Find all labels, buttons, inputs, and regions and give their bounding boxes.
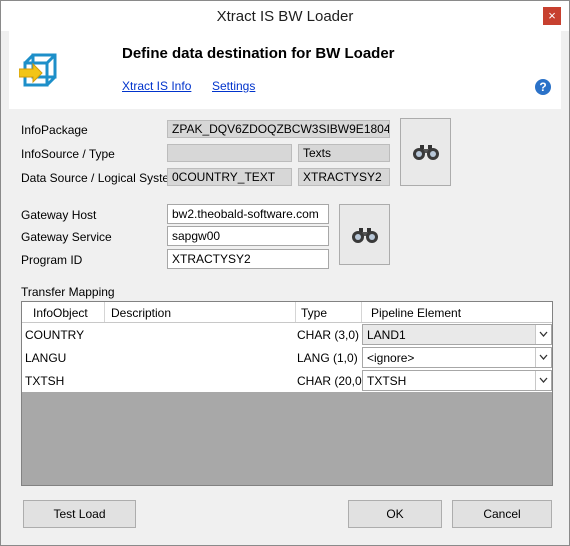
infopackage-field[interactable]: ZPAK_DQV6ZDOQZBCW3SIBW9E1804D4 bbox=[167, 120, 390, 138]
title-bar: Xtract IS BW Loader × bbox=[1, 1, 569, 31]
gateway-lookup-button[interactable] bbox=[339, 204, 390, 265]
program-id-input[interactable]: XTRACTYSY2 bbox=[167, 249, 329, 269]
pipeline-element-select[interactable]: TXTSH bbox=[362, 370, 552, 391]
infosource-label: InfoSource / Type bbox=[21, 147, 115, 161]
binoculars-icon bbox=[351, 227, 378, 243]
xtract-info-link[interactable]: Xtract IS Info bbox=[122, 79, 191, 93]
chevron-down-icon[interactable] bbox=[535, 348, 551, 367]
table-row[interactable]: LANGU LANG (1,0) <ignore> bbox=[22, 346, 552, 369]
page-heading: Define data destination for BW Loader bbox=[122, 45, 395, 62]
cell-infoobject: TXTSH bbox=[25, 374, 65, 388]
cell-type: CHAR (20,0) bbox=[297, 374, 366, 388]
column-header-type[interactable]: Type bbox=[301, 306, 327, 320]
window-title: Xtract IS BW Loader bbox=[216, 8, 354, 25]
gateway-service-input[interactable]: sapgw00 bbox=[167, 226, 329, 246]
logical-system-field[interactable]: XTRACTYSY2 bbox=[298, 168, 390, 186]
program-id-label: Program ID bbox=[21, 253, 83, 267]
cell-type: LANG (1,0) bbox=[297, 351, 358, 365]
gateway-host-label: Gateway Host bbox=[21, 208, 97, 222]
pipeline-element-value: <ignore> bbox=[367, 351, 415, 365]
pipeline-element-select[interactable]: <ignore> bbox=[362, 347, 552, 368]
cell-type: CHAR (3,0) bbox=[297, 328, 360, 342]
column-divider bbox=[361, 302, 362, 322]
cell-infoobject: LANGU bbox=[25, 351, 67, 365]
grid-header: InfoObject Description Type Pipeline Ele… bbox=[22, 302, 552, 323]
dialog-window: Xtract IS BW Loader × Define data destin… bbox=[0, 0, 570, 546]
binoculars-icon bbox=[412, 145, 439, 160]
column-divider bbox=[104, 302, 105, 322]
infosource-field[interactable] bbox=[167, 144, 292, 162]
infopackage-lookup-button[interactable] bbox=[400, 118, 451, 186]
gateway-host-input[interactable]: bw2.theobald-software.com bbox=[167, 204, 329, 224]
help-icon[interactable]: ? bbox=[535, 79, 551, 95]
cancel-button[interactable]: Cancel bbox=[452, 500, 552, 528]
header-panel: Define data destination for BW Loader Xt… bbox=[9, 31, 561, 109]
pipeline-element-value: TXTSH bbox=[367, 374, 407, 388]
cube-arrow-icon bbox=[18, 51, 61, 89]
datasource-label: Data Source / Logical System bbox=[21, 171, 180, 185]
gateway-service-label: Gateway Service bbox=[21, 230, 112, 244]
transfer-mapping-label: Transfer Mapping bbox=[21, 285, 115, 299]
infosource-type-field[interactable]: Texts bbox=[298, 144, 390, 162]
table-row[interactable]: COUNTRY CHAR (3,0) LAND1 bbox=[22, 323, 552, 346]
infopackage-label: InfoPackage bbox=[21, 123, 88, 137]
close-button[interactable]: × bbox=[543, 7, 561, 25]
ok-button[interactable]: OK bbox=[348, 500, 442, 528]
table-row[interactable]: TXTSH CHAR (20,0) TXTSH bbox=[22, 369, 552, 392]
chevron-down-icon[interactable] bbox=[535, 371, 551, 390]
cell-infoobject: COUNTRY bbox=[25, 328, 85, 342]
chevron-down-icon[interactable] bbox=[535, 325, 551, 344]
column-header-description[interactable]: Description bbox=[111, 306, 171, 320]
datasource-field[interactable]: 0COUNTRY_TEXT bbox=[167, 168, 292, 186]
settings-link[interactable]: Settings bbox=[212, 79, 255, 93]
column-header-pipeline[interactable]: Pipeline Element bbox=[371, 306, 461, 320]
column-divider bbox=[295, 302, 296, 322]
transfer-mapping-grid: InfoObject Description Type Pipeline Ele… bbox=[21, 301, 553, 486]
pipeline-element-select[interactable]: LAND1 bbox=[362, 324, 552, 345]
test-load-button[interactable]: Test Load bbox=[23, 500, 136, 528]
pipeline-element-value: LAND1 bbox=[367, 328, 406, 342]
column-header-infoobject[interactable]: InfoObject bbox=[33, 306, 88, 320]
